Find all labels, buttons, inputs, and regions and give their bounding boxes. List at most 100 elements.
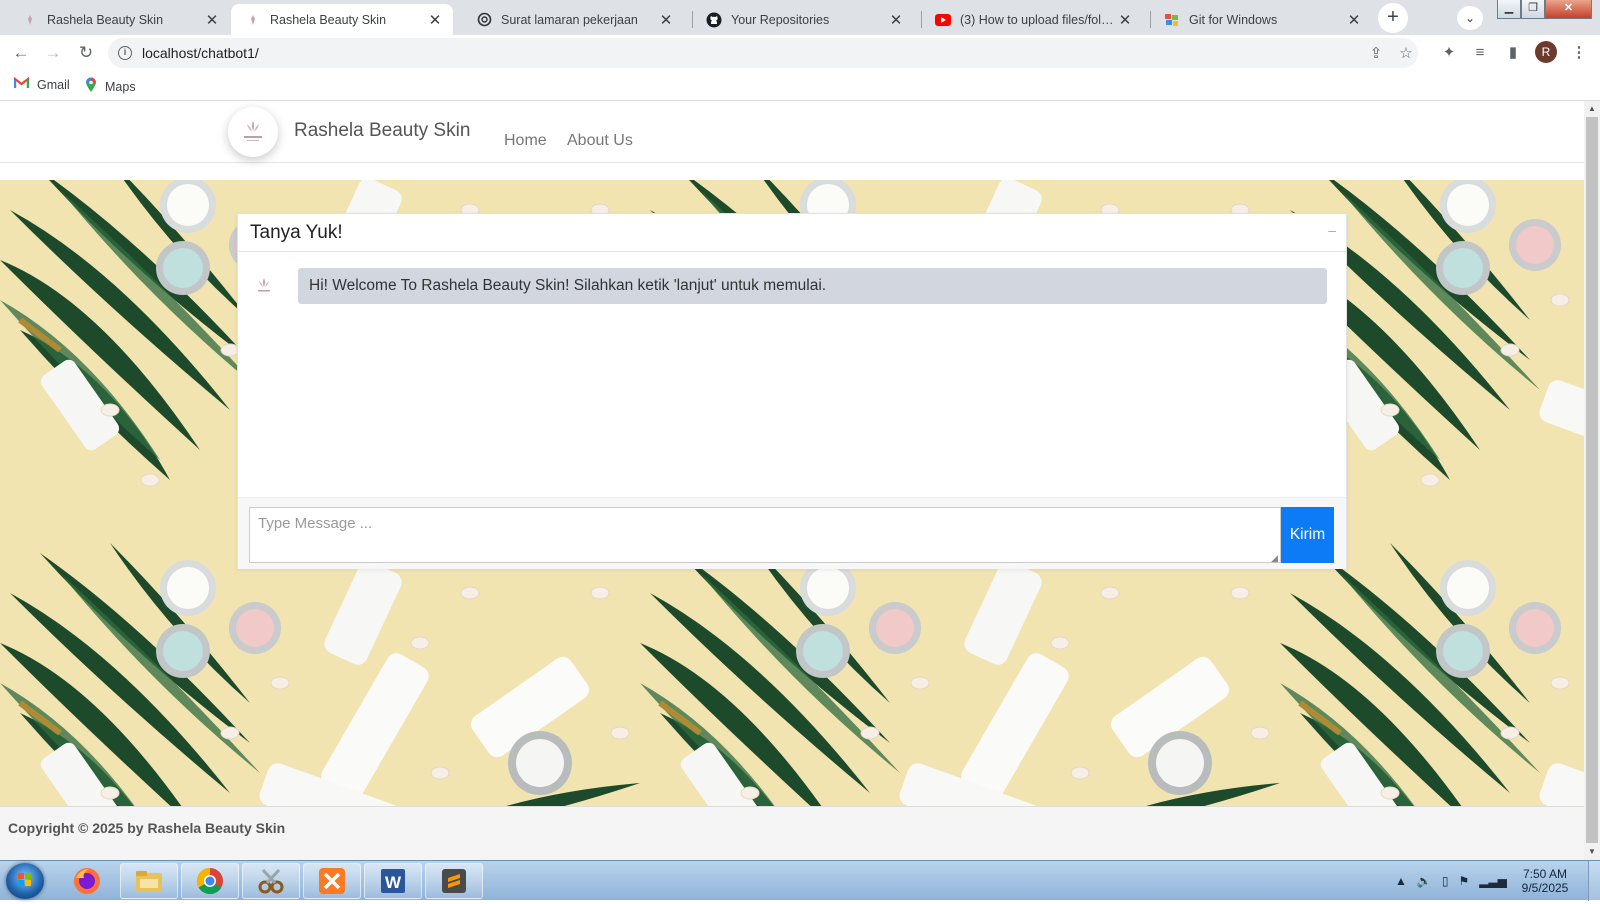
- nav-home-link[interactable]: Home: [504, 132, 547, 150]
- site-info-icon[interactable]: i: [118, 46, 132, 60]
- brand-logo[interactable]: [228, 107, 278, 157]
- tab-title: (3) How to upload files/folders: [960, 12, 1117, 27]
- windows-logo-icon: [18, 873, 31, 886]
- skincare-background-tile: [640, 533, 1280, 806]
- profile-avatar[interactable]: R: [1535, 41, 1557, 63]
- bot-message-bubble: Hi! Welcome To Rashela Beauty Skin! Sila…: [298, 268, 1327, 304]
- send-button[interactable]: Kirim: [1281, 507, 1334, 563]
- network-signal-icon[interactable]: ▂▃▅: [1479, 874, 1507, 888]
- start-button[interactable]: [6, 863, 44, 899]
- rashela-logo-icon: [258, 278, 270, 292]
- clock-date: 9/5/2025: [1521, 881, 1569, 895]
- tab-youtube-upload[interactable]: (3) How to upload files/folders ✕: [921, 4, 1143, 35]
- svg-text:W: W: [385, 873, 402, 892]
- taskbar-clock[interactable]: 7:50 AM 9/5/2025: [1510, 867, 1580, 895]
- more-menu-icon[interactable]: ⋮: [1568, 42, 1590, 64]
- bookmark-gmail[interactable]: Gmail: [13, 76, 70, 92]
- git-icon: [1164, 12, 1180, 28]
- chat-input-area: ◢ Kirim: [238, 497, 1346, 569]
- volume-icon[interactable]: 🔈: [1417, 874, 1432, 888]
- scroll-down-arrow-icon[interactable]: ▼: [1584, 844, 1600, 860]
- bookmark-label: Maps: [105, 79, 136, 94]
- skincare-background-tile: [1280, 533, 1584, 806]
- close-icon[interactable]: ✕: [1346, 11, 1362, 29]
- taskbar-word[interactable]: W: [364, 863, 422, 899]
- taskbar-snipping-tool[interactable]: [242, 863, 300, 899]
- minimize-window-button[interactable]: ▁: [1497, 0, 1521, 19]
- new-tab-button[interactable]: +: [1378, 3, 1408, 33]
- tray-expand-icon[interactable]: ▲: [1395, 874, 1407, 888]
- page-viewport: Rashela Beauty Skin Home About Us Tanya …: [0, 101, 1584, 860]
- tab-git-for-windows[interactable]: Git for Windows ✕: [1150, 4, 1372, 35]
- bookmark-star-icon[interactable]: ☆: [1396, 44, 1416, 64]
- back-arrow-icon[interactable]: ←: [9, 41, 33, 65]
- taskbar-file-explorer[interactable]: [120, 863, 178, 899]
- tab-search-chevron-icon[interactable]: ⌄: [1457, 6, 1483, 30]
- bookmark-maps[interactable]: Maps: [85, 77, 136, 96]
- sublime-text-icon: [442, 869, 466, 893]
- tab-surat-lamaran[interactable]: Surat lamaran pekerjaan ✕: [462, 4, 684, 35]
- scroll-thumb[interactable]: [1586, 117, 1598, 843]
- taskbar-firefox[interactable]: [58, 863, 116, 899]
- scroll-up-arrow-icon[interactable]: ▲: [1584, 101, 1600, 117]
- youtube-icon: [935, 12, 951, 28]
- chat-minimize-button[interactable]: –: [1328, 222, 1336, 238]
- action-center-flag-icon[interactable]: ⚑: [1458, 874, 1469, 888]
- openai-icon: [476, 12, 492, 28]
- gmail-icon: [13, 76, 30, 92]
- tab-title: Rashela Beauty Skin: [270, 12, 387, 27]
- close-window-button[interactable]: ✕: [1545, 0, 1592, 19]
- tab-title: Rashela Beauty Skin: [47, 12, 164, 27]
- bookmarks-bar: Gmail Maps: [0, 71, 1600, 101]
- bot-avatar: [252, 274, 276, 298]
- brand-name[interactable]: Rashela Beauty Skin: [294, 120, 470, 142]
- taskbar-chrome[interactable]: [181, 863, 239, 899]
- bookmark-label: Gmail: [37, 77, 70, 92]
- tab-your-repositories[interactable]: Your Repositories ✕: [692, 4, 914, 35]
- url-text[interactable]: localhost/chatbot1/: [142, 45, 259, 61]
- taskbar-xampp[interactable]: [303, 863, 361, 899]
- resize-handle-icon[interactable]: ◢: [1271, 553, 1278, 564]
- tab-title: Surat lamaran pekerjaan: [501, 12, 638, 27]
- xampp-icon: [319, 868, 345, 894]
- tab-title: Git for Windows: [1189, 12, 1278, 27]
- share-icon[interactable]: ⇪: [1366, 44, 1386, 64]
- close-icon[interactable]: ✕: [1117, 11, 1133, 29]
- close-icon[interactable]: ✕: [427, 11, 443, 29]
- reading-list-icon[interactable]: ≡: [1469, 42, 1491, 64]
- tab-rashela-1[interactable]: Rashela Beauty Skin ✕: [8, 4, 230, 35]
- close-icon[interactable]: ✕: [658, 11, 674, 29]
- copyright-text: Copyright © 2025 by Rashela Beauty Skin: [8, 820, 286, 836]
- taskbar-sublime-text[interactable]: [425, 863, 483, 899]
- skincare-background-tile: [0, 533, 640, 806]
- system-tray: ▲ 🔈 ▯ ⚑ ▂▃▅: [1395, 861, 1507, 901]
- site-navbar: Rashela Beauty Skin Home About Us: [0, 101, 1584, 163]
- maximize-window-button[interactable]: ❐: [1521, 0, 1545, 19]
- show-desktop-button[interactable]: [1588, 861, 1600, 901]
- forward-arrow-icon[interactable]: →: [41, 41, 65, 65]
- page-scrollbar[interactable]: ▲ ▼: [1584, 101, 1600, 860]
- nav-about-us-link[interactable]: About Us: [567, 132, 633, 150]
- browser-tab-strip: Rashela Beauty Skin ✕ Rashela Beauty Ski…: [0, 0, 1600, 35]
- close-icon[interactable]: ✕: [204, 11, 220, 29]
- chrome-icon: [196, 867, 223, 895]
- reload-icon[interactable]: ↻: [74, 41, 98, 65]
- browser-toolbar: ← → ↻ i localhost/chatbot1/ ⇪ ☆ ✦ ≡ ▮ R …: [0, 35, 1600, 71]
- chat-box: Tanya Yuk! – Hi! Welcome To Rashela Beau…: [237, 213, 1347, 569]
- firefox-icon: [74, 868, 100, 894]
- extensions-puzzle-icon[interactable]: ✦: [1438, 42, 1460, 64]
- file-explorer-icon: [136, 871, 162, 892]
- word-icon: W: [381, 869, 405, 893]
- battery-icon[interactable]: ▯: [1442, 874, 1449, 888]
- maps-icon: [85, 77, 97, 96]
- tab-rashela-2[interactable]: Rashela Beauty Skin ✕: [231, 4, 453, 35]
- close-icon[interactable]: ✕: [888, 11, 904, 29]
- address-bar[interactable]: i localhost/chatbot1/ ⇪ ☆: [108, 38, 1418, 68]
- rashela-logo-icon: [244, 121, 262, 141]
- chat-header: Tanya Yuk! –: [238, 214, 1346, 252]
- clock-time: 7:50 AM: [1522, 867, 1568, 881]
- github-icon: [706, 12, 722, 28]
- chat-title: Tanya Yuk!: [250, 222, 343, 243]
- message-input[interactable]: [249, 507, 1281, 563]
- side-panel-icon[interactable]: ▮: [1502, 42, 1524, 64]
